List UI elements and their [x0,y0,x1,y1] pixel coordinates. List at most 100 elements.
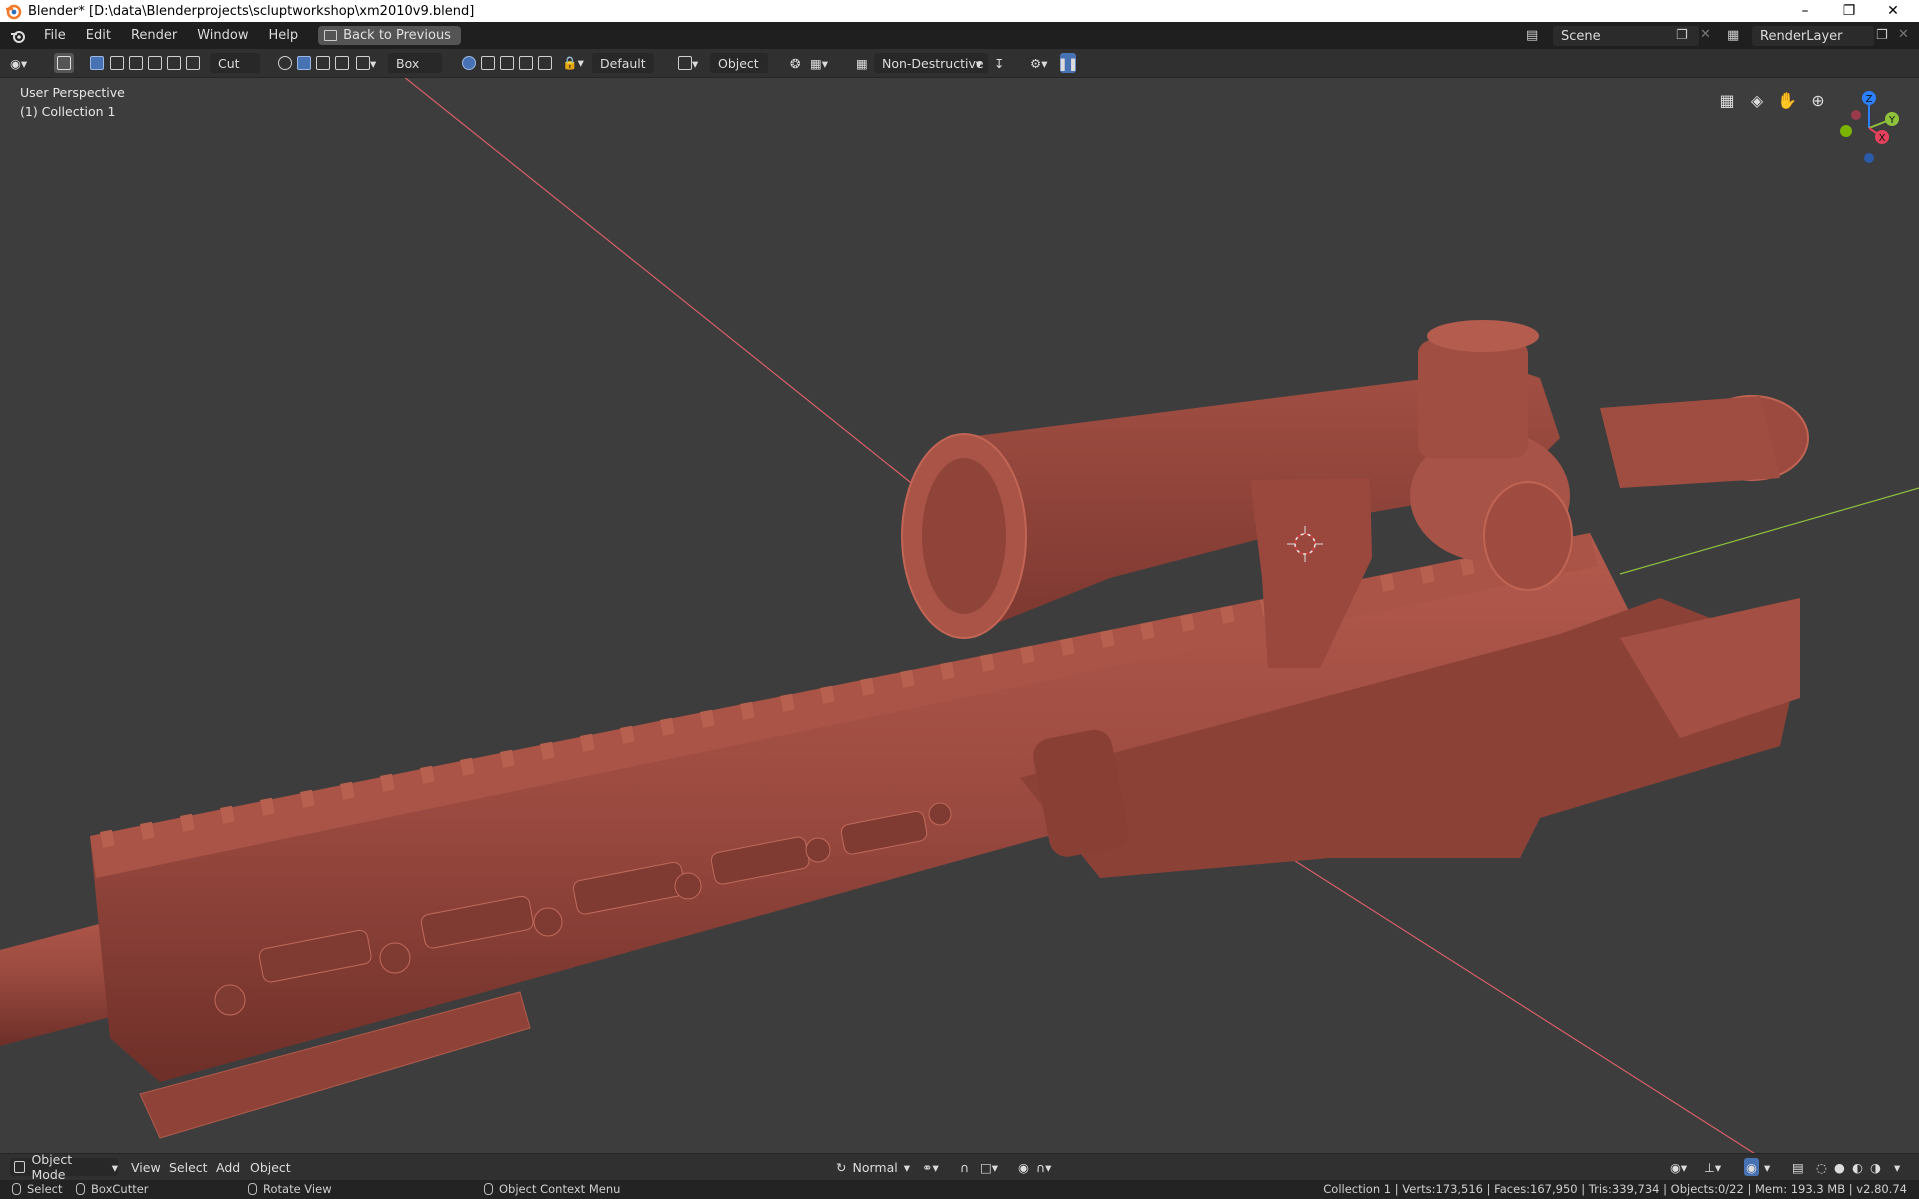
menu-edit[interactable]: Edit [76,28,121,43]
origin-icon-5[interactable] [538,53,552,73]
back-icon [324,30,338,41]
shape-field[interactable]: Box [388,53,442,73]
origin-icon-4[interactable] [519,53,533,73]
gizmo-toggle-icon[interactable]: ⊥▾ [1704,1158,1721,1176]
origin-icon-3[interactable] [500,53,514,73]
behavior-dropdown[interactable]: Non-Destructive ▾ [874,53,988,73]
view-layer-icon[interactable]: ▦ [1727,28,1739,43]
shape-type-dropdown-icon[interactable]: ▾ [356,53,376,73]
orientation-icon[interactable]: ▾ [678,53,698,73]
blender-menu-icon[interactable] [10,28,26,44]
menu-file[interactable]: File [34,28,76,43]
rendered-shading-icon[interactable]: ◑ [1870,1158,1881,1176]
snap-icon[interactable]: ❂ [790,53,800,73]
settings-gear-icon[interactable]: ⚙▾ [1030,53,1047,73]
mode-icon-1[interactable] [90,53,104,73]
gizmo-y-label: Y [1888,115,1896,126]
close-window-button[interactable]: ✕ [1871,0,1915,22]
mode-icon-5[interactable] [167,53,181,73]
status-rotate-label: Rotate View [263,1182,332,1196]
chevron-down-icon: ▾ [903,1159,910,1175]
new-layer-icon[interactable]: ❐ [1876,28,1888,43]
zoom-icon[interactable]: ⊕ [1806,88,1830,112]
falloff-icon[interactable]: ∩▾ [1036,1158,1051,1176]
gizmo-neg-z[interactable] [1864,153,1874,163]
boxcutter-tool-icon[interactable] [54,53,74,73]
minimize-button[interactable]: – [1783,0,1827,22]
circle-shape-icon[interactable] [278,53,292,73]
wireframe-shading-icon[interactable]: ◌ [1816,1158,1827,1176]
scope-ocular [1600,396,1780,488]
new-scene-icon[interactable]: ❐ [1676,28,1688,43]
view-menu[interactable]: View [131,1158,161,1176]
origin-icon-2[interactable] [481,53,495,73]
back-to-previous-label: Back to Previous [343,28,451,43]
overlay-dropdown-icon[interactable]: ▾ [1764,1158,1770,1176]
object-mode-icon [14,1161,26,1173]
box-label: Box [396,55,420,71]
chevron-down-icon: ▾ [975,55,982,71]
gizmo-neg-y[interactable] [1840,125,1852,137]
surface-mode-field[interactable]: Default [592,53,654,73]
mode-selector[interactable]: Object Mode ▾ [10,1152,118,1182]
shading-options-icon[interactable]: ▾ [1894,1158,1900,1176]
snap-magnet-icon[interactable]: ∩ [960,1158,969,1176]
navigation-gizmo[interactable]: Z Y X [1829,88,1909,168]
orientation-label: Normal [852,1159,898,1175]
lock-icon[interactable]: 🔒▾ [562,53,584,73]
remove-layer-icon[interactable]: ✕ [1898,27,1909,42]
status-context-menu: Object Context Menu [484,1182,620,1196]
remove-scene-icon[interactable]: ✕ [1700,27,1711,42]
select-menu[interactable]: Select [169,1158,208,1176]
object-label: Object [718,55,759,71]
status-bar: Select BoxCutter Rotate View Object Cont… [0,1180,1919,1199]
pause-icon[interactable]: ❚❚ [1058,53,1078,73]
behavior-icon[interactable]: ▦ [856,53,868,73]
box-shape-icon[interactable] [297,53,311,73]
material-shading-icon[interactable]: ◐ [1852,1158,1863,1176]
pivot-point-icon[interactable]: ⚭▾ [922,1158,939,1176]
add-menu[interactable]: Add [216,1158,240,1176]
tool-header: ◉▾ Cut ▾ Box 🔒▾ Default ▾ Object ❂ ▦▾ ▦ … [0,49,1919,78]
cut-mode-field[interactable]: Cut [210,53,260,73]
mode-icon-6[interactable] [186,53,200,73]
gizmo-x-label: X [1879,133,1886,144]
3d-viewport[interactable]: User Perspective (1) Collection 1 Z Y X … [0,78,1919,1157]
orientation-selector[interactable]: ↻ Normal ▾ [836,1158,910,1176]
restore-button[interactable]: ❐ [1827,0,1871,22]
render-layer-selector[interactable]: RenderLayer [1752,26,1874,46]
window-titlebar: Blender* [D:\data\Blenderprojects\sclupt… [0,0,1919,22]
viewport-bottom-header: Object Mode ▾ View Select Add Object ↻ N… [0,1152,1919,1182]
editor-type-icon[interactable]: ◉▾ [10,53,27,73]
solid-shading-icon[interactable]: ● [1834,1158,1845,1176]
xray-toggle-icon[interactable]: ▤ [1792,1158,1804,1176]
pan-hand-icon[interactable]: ✋ [1775,88,1799,112]
custom-shape-icon[interactable] [335,53,349,73]
status-rotate: Rotate View [248,1182,332,1196]
window-title: Blender* [D:\data\Blenderprojects\sclupt… [28,3,475,19]
visibility-icon[interactable]: ◉▾ [1670,1158,1687,1176]
object-menu[interactable]: Object [250,1158,291,1176]
menu-help[interactable]: Help [259,28,309,43]
origin-icon-active[interactable] [462,53,476,73]
scope-turret-cap [1427,320,1539,352]
orientation-field[interactable]: Object [710,53,768,73]
grid-snap-icon[interactable]: ▦▾ [810,53,828,73]
proportional-edit-icon[interactable]: ◉ [1018,1158,1029,1176]
scene-icon[interactable]: ▤ [1526,28,1542,44]
mode-icon-2[interactable] [110,53,124,73]
render-layer-name: RenderLayer [1760,28,1843,44]
menu-render[interactable]: Render [121,28,187,43]
status-boxcutter: BoxCutter [76,1182,149,1196]
grid-view-icon[interactable]: ▦ [1715,88,1739,112]
mode-icon-3[interactable] [129,53,143,73]
ngon-shape-icon[interactable] [316,53,330,73]
gizmo-neg-x[interactable] [1851,110,1861,120]
mode-icon-4[interactable] [148,53,162,73]
camera-view-icon[interactable]: ◈ [1745,88,1769,112]
overlay-toggle-icon[interactable]: ◉ [1744,1158,1759,1176]
back-to-previous-button[interactable]: Back to Previous [318,26,461,45]
menu-window[interactable]: Window [187,28,258,43]
snap-target-icon[interactable]: □▾ [980,1158,998,1176]
apply-download-icon[interactable]: ↧ [994,53,1004,73]
